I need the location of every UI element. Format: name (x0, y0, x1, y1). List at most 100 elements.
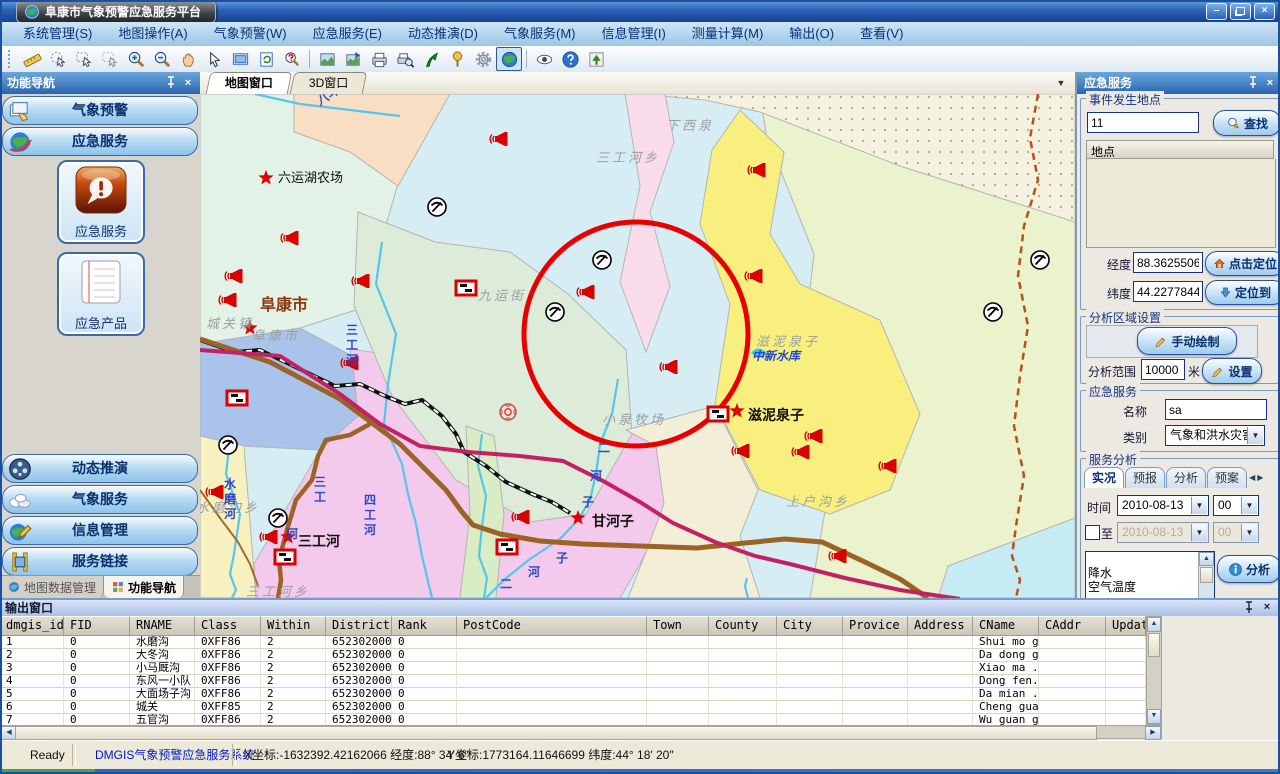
pin-icon[interactable] (1242, 601, 1256, 618)
select-polygon-button[interactable] (45, 47, 71, 71)
pin-icon[interactable] (1246, 76, 1260, 93)
mine-symbol[interactable] (546, 303, 564, 321)
scroll-down-icon[interactable]: ▼ (1147, 709, 1161, 724)
identify-button[interactable] (279, 47, 305, 71)
menu-item[interactable]: 气象预警(W) (201, 22, 300, 46)
column-header[interactable]: Address (908, 616, 973, 636)
close-icon[interactable]: × (1260, 600, 1274, 614)
date-select[interactable]: 2010-08-13▼ (1117, 495, 1209, 516)
date2-select[interactable]: 2010-08-13▼ (1117, 522, 1209, 543)
column-header[interactable]: Provice (843, 616, 908, 636)
hour2-select[interactable]: 00▼ (1213, 522, 1259, 543)
menu-item[interactable]: 测量计算(M) (679, 22, 777, 46)
mine-symbol[interactable] (219, 436, 237, 454)
chevron-down-icon[interactable]: ▼ (1053, 76, 1069, 91)
longitude-input[interactable] (1133, 252, 1203, 273)
station-flag-marker[interactable] (708, 407, 728, 421)
tab-scroll-left-icon[interactable]: ◀ (1248, 468, 1256, 488)
location-list-header[interactable]: 地点 (1086, 140, 1274, 159)
ruler-button[interactable] (19, 47, 45, 71)
hour-select[interactable]: 00▼ (1213, 495, 1259, 516)
sidebar-item-info-management[interactable]: 信息管理 (2, 516, 198, 545)
list-item[interactable]: 降水 (1086, 566, 1214, 580)
station-flag-marker[interactable] (456, 281, 476, 295)
table-row[interactable]: 10水磨沟0XFF8626523020000Shui mo gou (0, 636, 1146, 649)
analysis-tab[interactable]: 分析 (1166, 467, 1206, 488)
map-tab[interactable]: 地图窗口 (206, 72, 293, 94)
close-icon[interactable]: × (181, 76, 195, 90)
column-header[interactable]: PostCode (457, 616, 647, 636)
table-row[interactable]: 40东风一小队0XFF8626523020000Dong fen... (0, 675, 1146, 688)
analyze-button[interactable]: 分析 (1217, 555, 1280, 583)
table-row[interactable]: 50大面场子沟0XFF8626523020000Da mian ... (0, 688, 1146, 701)
mine-symbol[interactable] (984, 303, 1002, 321)
table-row[interactable]: 30小马厩沟0XFF8626523020000Xiao ma ... (0, 662, 1146, 675)
sidebar-item-emergency-service[interactable]: 应急服务 (2, 127, 198, 156)
column-header[interactable]: Within (261, 616, 326, 636)
column-header[interactable]: dmgis_id (0, 616, 64, 636)
horizontal-scrollbar[interactable]: ◀ ▶ (0, 725, 1162, 739)
sidebar-item-service-links[interactable]: 服务链接 (2, 547, 198, 576)
map-image-button[interactable] (314, 47, 340, 71)
latitude-input[interactable] (1133, 281, 1203, 302)
mine-symbol[interactable] (428, 198, 446, 216)
station-flag-marker[interactable] (227, 391, 247, 405)
select-rect-button[interactable] (71, 47, 97, 71)
help-button[interactable] (557, 47, 583, 71)
column-header[interactable]: Update (1106, 616, 1146, 636)
select-clear-button[interactable] (97, 47, 123, 71)
menu-item[interactable]: 应急服务(E) (300, 22, 395, 46)
big-button-emergency-product[interactable]: 应急产品 (57, 252, 145, 336)
column-header[interactable]: CName (973, 616, 1039, 636)
sidebar-item-weather-warning[interactable]: 气象预警 (2, 96, 198, 125)
close-icon[interactable]: × (1263, 76, 1277, 90)
station-flag-marker[interactable] (275, 550, 295, 564)
chevron-down-icon[interactable]: ▼ (1247, 427, 1263, 444)
range-input[interactable] (1141, 359, 1185, 380)
column-header[interactable]: RNAME (130, 616, 195, 636)
column-header[interactable]: Town (647, 616, 709, 636)
tab-地图数据管理[interactable]: 地图数据管理 (0, 576, 104, 598)
menu-item[interactable]: 查看(V) (847, 22, 916, 46)
manual-draw-button[interactable]: 手动绘制 (1137, 327, 1237, 355)
pan-button[interactable] (175, 47, 201, 71)
service-name-input[interactable] (1165, 399, 1267, 420)
tab-scroll-right-icon[interactable]: ▶ (1256, 468, 1264, 488)
location-list[interactable] (1086, 159, 1276, 248)
element-list[interactable]: 降水空气温度▲ (1085, 551, 1215, 601)
station-flag-marker[interactable] (497, 540, 517, 554)
scroll-right-icon[interactable]: ▶ (1145, 726, 1161, 740)
refresh-button[interactable] (253, 47, 279, 71)
column-header[interactable]: FID (64, 616, 130, 636)
mine-symbol[interactable] (593, 251, 611, 269)
globe-button[interactable] (496, 47, 522, 71)
menu-item[interactable]: 动态推演(D) (395, 22, 491, 46)
pin-icon[interactable] (164, 76, 178, 93)
menu-item[interactable]: 输出(O) (776, 22, 847, 46)
tab-功能导航[interactable]: 功能导航 (104, 576, 184, 598)
column-header[interactable]: CAddr (1039, 616, 1106, 636)
locate-to-button[interactable]: 定位到 (1205, 280, 1280, 305)
menu-item[interactable]: 信息管理(I) (589, 22, 679, 46)
green-arrow-button[interactable] (418, 47, 444, 71)
pointer-button[interactable] (201, 47, 227, 71)
print-button[interactable] (366, 47, 392, 71)
tree-button[interactable] (583, 47, 609, 71)
minimize-button[interactable]: – (1206, 3, 1227, 20)
map-tab[interactable]: 3D窗口 (290, 72, 368, 94)
table-row[interactable]: 60城关0XFF8526523020000Cheng guan (0, 701, 1146, 714)
restore-button[interactable] (1230, 3, 1251, 20)
zoom-in-button[interactable] (123, 47, 149, 71)
table-row[interactable]: 20大冬沟0XFF8626523020000Da dong gou (0, 649, 1146, 662)
analysis-tab[interactable]: 预案 (1207, 467, 1247, 488)
menu-item[interactable]: 地图操作(A) (105, 22, 200, 46)
zoom-out-button[interactable] (149, 47, 175, 71)
set-button[interactable]: 设置 (1202, 358, 1262, 384)
column-header[interactable]: Class (195, 616, 261, 636)
mine-symbol[interactable] (1031, 251, 1049, 269)
big-button-emergency-service[interactable]: 应急服务 (57, 160, 145, 244)
sidebar-item-dynamic-deduction[interactable]: 动态推演 (2, 454, 198, 483)
mine-symbol[interactable] (269, 509, 287, 527)
list-item[interactable]: 空气温度 (1086, 580, 1214, 594)
map-canvas[interactable]: 八斗六运湖农场三工河乡下西泉九运街阜康市城关镇阜康市小泉牧场滋泥泉子中新水库滋泥… (200, 94, 1075, 598)
